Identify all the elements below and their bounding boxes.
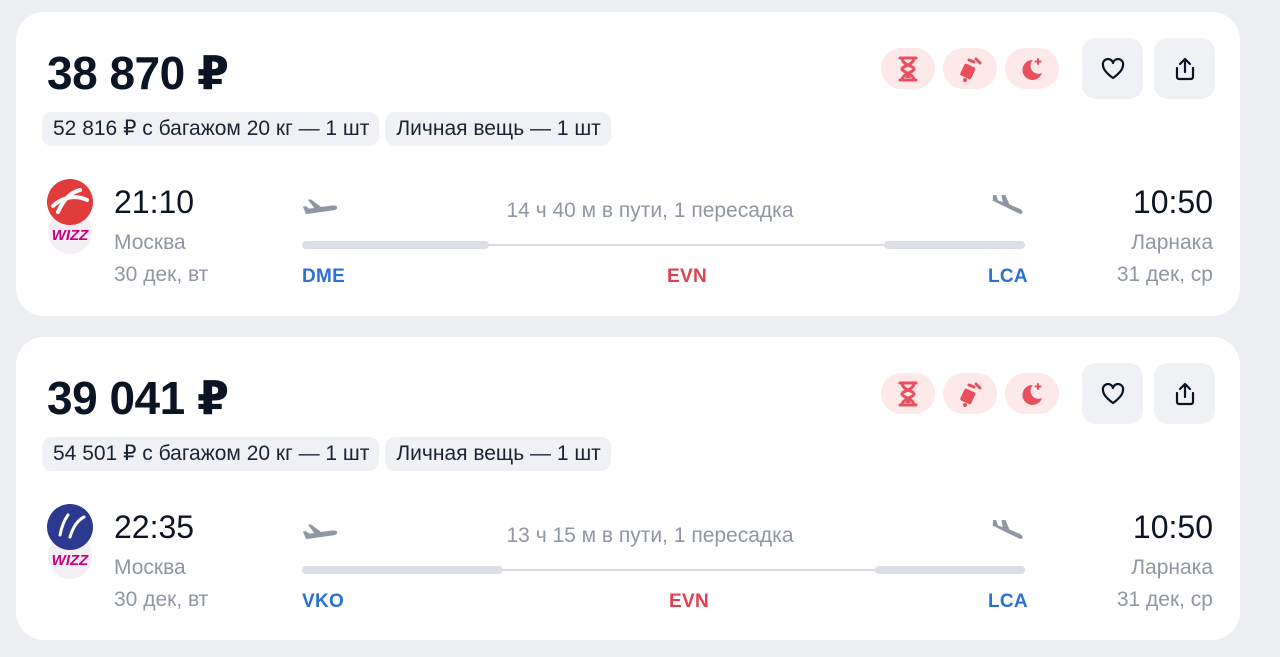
route-segment (875, 566, 1025, 574)
ticket-price: 39 041 ₽ (47, 372, 229, 424)
moon-icon (1005, 48, 1059, 89)
moon-icon (1005, 373, 1059, 414)
departure-airport: VKO (302, 591, 345, 612)
departure-date: 30 дек, вт (114, 588, 209, 611)
landing-icon (989, 518, 1025, 549)
departure-city: Москва (114, 231, 186, 254)
luggage-icon (943, 373, 997, 414)
arrival-airport: LCA (988, 266, 1028, 287)
arrival-time: 10:50 (1132, 509, 1213, 545)
route-segment (884, 241, 1025, 249)
departure-city: Москва (114, 556, 186, 579)
transfer-airport: EVN (669, 591, 709, 612)
takeoff-icon (302, 520, 339, 547)
ticket-actions (1082, 363, 1215, 424)
baggage-price-chip[interactable]: 52 816 ₽ с багажом 20 кг — 1 шт (42, 112, 380, 146)
ticket-chips: 54 501 ₽ с багажом 20 кг — 1 шт Личная в… (42, 437, 611, 471)
ticket-card[interactable]: 39 041 ₽ 54 501 ₽ с багажом 20 кг — 1 шт… (16, 337, 1240, 640)
arrival-airport: LCA (988, 591, 1028, 612)
baggage-price-chip[interactable]: 54 501 ₽ с багажом 20 кг — 1 шт (42, 437, 380, 471)
arrival-city: Ларнака (1131, 556, 1213, 579)
hourglass-icon (881, 373, 935, 414)
share-button[interactable] (1154, 363, 1215, 424)
departure-airport: DME (302, 266, 346, 287)
heart-icon (1101, 57, 1124, 79)
departure-time: 21:10 (114, 184, 195, 220)
svg-text:WIZZ: WIZZ (52, 552, 89, 569)
landing-icon (989, 193, 1025, 224)
ticket-badges (881, 48, 1059, 89)
airline-logo: WIZZ (46, 178, 94, 256)
arrival-date: 31 дек, ср (1116, 588, 1213, 611)
arrival-time: 10:50 (1132, 184, 1213, 220)
flight-duration: 13 ч 15 м в пути, 1 пересадка (506, 524, 794, 547)
share-button[interactable] (1154, 38, 1215, 99)
ticket-actions (1082, 38, 1215, 99)
svg-text:WIZZ: WIZZ (52, 227, 89, 244)
takeoff-icon (302, 195, 339, 222)
ticket-price: 38 870 ₽ (47, 47, 229, 99)
personal-item-chip: Личная вещь — 1 шт (385, 112, 611, 146)
departure-time: 22:35 (114, 509, 195, 545)
share-icon (1175, 382, 1194, 405)
favorite-button[interactable] (1082, 38, 1143, 99)
route-segment (302, 241, 489, 249)
route-segment (302, 566, 503, 574)
ticket-chips: 52 816 ₽ с багажом 20 кг — 1 шт Личная в… (42, 112, 611, 146)
departure-date: 30 дек, вт (114, 263, 209, 286)
favorite-button[interactable] (1082, 363, 1143, 424)
ticket-card[interactable]: 38 870 ₽ 52 816 ₽ с багажом 20 кг — 1 шт… (16, 12, 1240, 316)
transfer-airport: EVN (667, 266, 707, 287)
airline-logo: WIZZ (46, 503, 94, 581)
flight-duration: 14 ч 40 м в пути, 1 пересадка (506, 199, 794, 222)
luggage-icon (943, 48, 997, 89)
share-icon (1175, 57, 1194, 80)
personal-item-chip: Личная вещь — 1 шт (385, 437, 611, 471)
arrival-city: Ларнака (1131, 231, 1213, 254)
hourglass-icon (881, 48, 935, 89)
ticket-badges (881, 373, 1059, 414)
heart-icon (1101, 382, 1124, 404)
arrival-date: 31 дек, ср (1116, 263, 1213, 286)
